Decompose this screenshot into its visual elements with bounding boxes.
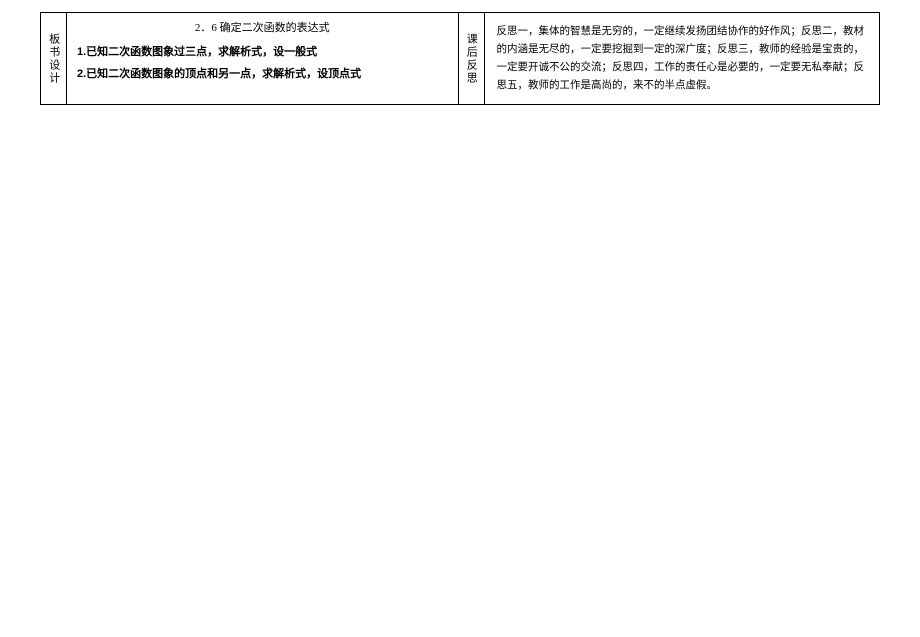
reflection-content: 反思一，集体的智慧是无穷的，一定继续发扬团结协作的好作风；反思二，教材的内涵是无… [485, 13, 880, 104]
board-design-label-text: 板书设计 [45, 33, 62, 85]
lesson-title: 2．6 确定二次函数的表达式 [77, 19, 448, 39]
board-point-2: 2.已知二次函数图象的顶点和另一点，求解析式，设顶点式 [77, 65, 448, 85]
lesson-plan-table: 板书设计 2．6 确定二次函数的表达式 1.已知二次函数图象过三点，求解析式，设… [40, 12, 880, 105]
reflection-label: 课后反思 [459, 13, 485, 104]
board-design-label: 板书设计 [41, 13, 67, 104]
board-point-1: 1.已知二次函数图象过三点，求解析式，设一般式 [77, 43, 448, 63]
board-design-content: 2．6 确定二次函数的表达式 1.已知二次函数图象过三点，求解析式，设一般式 2… [67, 13, 459, 104]
reflection-label-text: 课后反思 [463, 33, 480, 85]
reflection-text: 反思一，集体的智慧是无穷的，一定继续发扬团结协作的好作风；反思二，教材的内涵是无… [497, 23, 868, 94]
